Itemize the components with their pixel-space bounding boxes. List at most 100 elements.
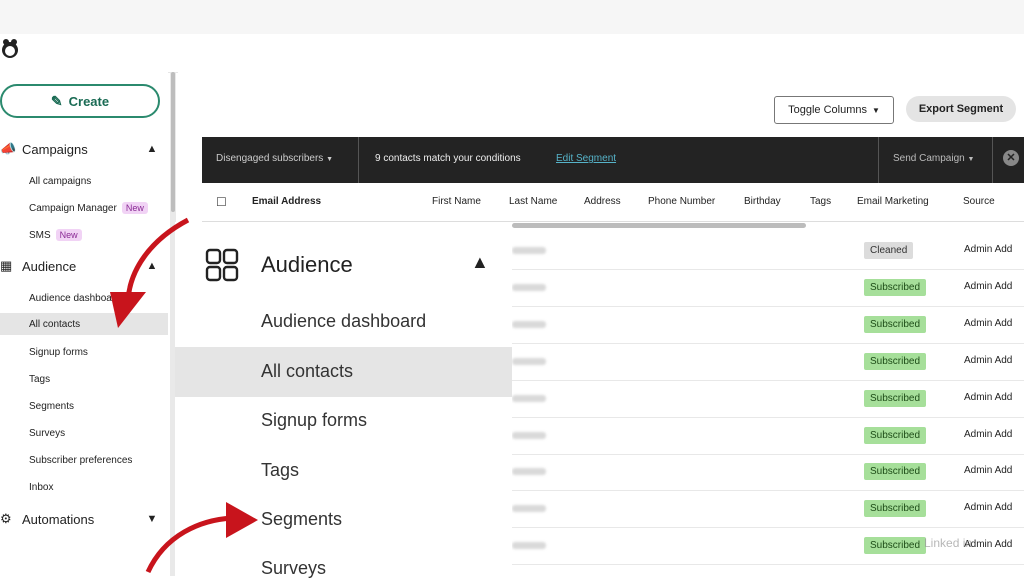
source-cell: Admin Add bbox=[964, 391, 1013, 403]
browser-top-strip bbox=[0, 0, 1024, 34]
sidebar-item-label: Audience dashboard bbox=[29, 292, 121, 304]
table-row[interactable]: Subscribed Admin Add bbox=[512, 306, 1024, 344]
sidebar-item-label: Campaign Manager bbox=[29, 202, 117, 214]
table-row[interactable]: Subscribed Admin Add bbox=[512, 269, 1024, 307]
select-all-checkbox[interactable]: ☐ bbox=[216, 195, 227, 209]
create-button[interactable]: ✎ Create bbox=[0, 84, 160, 118]
audience-icon bbox=[205, 248, 239, 282]
zoom-audience-title: Audience bbox=[261, 252, 353, 277]
mailchimp-logo-icon[interactable] bbox=[0, 34, 22, 62]
export-segment-button[interactable]: Export Segment bbox=[906, 96, 1016, 122]
sidebar-item-label: Inbox bbox=[29, 481, 54, 493]
sidebar-item-all-campaigns[interactable]: All campaigns bbox=[29, 170, 91, 192]
table-row[interactable]: Subscribed Admin Add bbox=[512, 343, 1024, 381]
sidebar-item-all-contacts[interactable]: All contacts bbox=[0, 313, 168, 335]
zoom-item-audience-dashboard[interactable]: Audience dashboard bbox=[261, 311, 426, 332]
table-horizontal-scrollbar[interactable] bbox=[512, 223, 806, 228]
email-marketing-status-badge: Subscribed bbox=[864, 352, 927, 370]
toggle-columns-button[interactable]: Toggle Columns ▼ bbox=[774, 96, 894, 124]
column-email-address[interactable]: Email Address bbox=[252, 196, 321, 207]
blurred-last-name bbox=[512, 505, 546, 513]
table-row[interactable]: Subscribed Admin Add bbox=[512, 380, 1024, 418]
blurred-last-name bbox=[512, 320, 546, 328]
close-icon[interactable]: ✕ bbox=[1003, 150, 1019, 166]
chevron-up-icon[interactable]: ▲ bbox=[144, 260, 160, 272]
source-cell: Admin Add bbox=[964, 244, 1013, 255]
sidebar-item-label: Signup forms bbox=[29, 346, 88, 358]
blurred-last-name bbox=[512, 283, 546, 291]
zoomed-audience-menu: Audience ▲ Audience dashboard All contac… bbox=[175, 222, 512, 578]
source-cell: Admin Add bbox=[964, 502, 1013, 514]
edit-segment-link[interactable]: Edit Segment bbox=[556, 153, 616, 164]
zoom-item-signup-forms[interactable]: Signup forms bbox=[261, 410, 367, 431]
blurred-last-name bbox=[512, 247, 546, 254]
column-phone-number[interactable]: Phone Number bbox=[648, 196, 715, 207]
create-button-label: Create bbox=[68, 93, 110, 109]
column-address[interactable]: Address bbox=[584, 196, 621, 207]
nav-automations[interactable]: ⚙ Automations ▼ bbox=[0, 508, 160, 530]
segment-dropdown[interactable]: Disengaged subscribers ▼ bbox=[216, 153, 333, 164]
automations-icon: ⚙ bbox=[0, 511, 12, 526]
zoom-item-segments[interactable]: Segments bbox=[261, 509, 342, 530]
blurred-last-name bbox=[512, 357, 546, 365]
table-row[interactable]: Subscribed Admin Add bbox=[512, 453, 1024, 492]
sidebar-item-subscriber-preferences[interactable]: Subscriber preferences bbox=[29, 449, 132, 471]
sidebar-item-surveys[interactable]: Surveys bbox=[29, 422, 65, 444]
export-segment-label: Export Segment bbox=[918, 103, 1004, 115]
linkedin-watermark: Linked in bbox=[924, 536, 973, 550]
email-marketing-status-badge: Subscribed bbox=[864, 463, 927, 481]
column-last-name[interactable]: Last Name bbox=[509, 196, 557, 207]
nav-campaigns[interactable]: 📣 Campaigns ▲ bbox=[0, 138, 160, 160]
megaphone-icon: 📣 bbox=[0, 141, 17, 156]
email-marketing-status-badge: Subscribed bbox=[864, 500, 927, 518]
table-header: ☐ Email Address First Name Last Name Add… bbox=[202, 183, 1024, 222]
nav-automations-label: Automations bbox=[22, 511, 95, 527]
new-badge: New bbox=[121, 202, 148, 214]
column-email-marketing[interactable]: Email Marketing bbox=[857, 196, 929, 207]
chevron-down-icon: ▼ bbox=[326, 156, 333, 163]
chevron-up-icon: ▲ bbox=[471, 252, 489, 272]
chevron-down-icon[interactable]: ▼ bbox=[144, 513, 160, 525]
app-header bbox=[0, 34, 1024, 73]
email-marketing-status-badge: Subscribed bbox=[864, 389, 927, 407]
new-badge: New bbox=[55, 229, 82, 241]
email-marketing-status-badge: Subscribed bbox=[864, 426, 927, 444]
column-source[interactable]: Source bbox=[963, 196, 995, 207]
sidebar-item-segments[interactable]: Segments bbox=[29, 395, 74, 417]
chevron-up-icon[interactable]: ▲ bbox=[144, 143, 160, 155]
zoom-item-tags[interactable]: Tags bbox=[261, 460, 299, 481]
source-cell: Admin Add bbox=[964, 354, 1013, 366]
sidebar-item-audience-dashboard[interactable]: Audience dashboard bbox=[29, 287, 121, 309]
table-row[interactable]: Subscribed Admin Add bbox=[512, 490, 1024, 529]
segment-name: Disengaged subscribers bbox=[216, 153, 324, 164]
blurred-last-name bbox=[512, 468, 546, 476]
sidebar-item-tags[interactable]: Tags bbox=[29, 368, 50, 390]
zoom-item-all-contacts[interactable]: All contacts bbox=[261, 361, 353, 382]
send-campaign-dropdown[interactable]: Send Campaign ▼ bbox=[893, 153, 974, 164]
source-cell: Admin Add bbox=[964, 465, 1013, 477]
sidebar-item-signup-forms[interactable]: Signup forms bbox=[29, 341, 88, 363]
column-birthday[interactable]: Birthday bbox=[744, 196, 781, 207]
column-first-name[interactable]: First Name bbox=[432, 196, 481, 207]
sidebar-item-label: Tags bbox=[29, 373, 51, 385]
source-cell: Admin Add bbox=[964, 428, 1013, 440]
blurred-last-name bbox=[512, 431, 546, 439]
table-row[interactable]: Cleaned Admin Add bbox=[512, 232, 1024, 270]
nav-audience[interactable]: ▦ Audience ▲ bbox=[0, 255, 160, 277]
email-marketing-status-badge: Subscribed bbox=[864, 315, 927, 333]
segment-bar: Disengaged subscribers ▼ 9 contacts matc… bbox=[202, 137, 1024, 183]
source-cell: Admin Add bbox=[964, 280, 1013, 292]
blurred-last-name bbox=[512, 394, 546, 402]
sidebar-item-sms[interactable]: SMS New bbox=[29, 224, 82, 246]
column-tags[interactable]: Tags bbox=[810, 196, 831, 207]
sidebar-item-inbox[interactable]: Inbox bbox=[29, 476, 53, 498]
blurred-last-name bbox=[512, 542, 546, 550]
email-marketing-status-badge: Subscribed bbox=[864, 278, 927, 296]
table-row[interactable]: Subscribed Admin Add bbox=[512, 417, 1024, 455]
sidebar-item-label: All contacts bbox=[29, 318, 81, 330]
nav-audience-label: Audience bbox=[22, 258, 77, 274]
chevron-down-icon: ▼ bbox=[967, 156, 975, 163]
pencil-icon: ✎ bbox=[50, 92, 63, 109]
sidebar-item-campaign-manager[interactable]: Campaign Manager New bbox=[29, 197, 148, 219]
toggle-columns-label: Toggle Columns bbox=[788, 104, 867, 116]
